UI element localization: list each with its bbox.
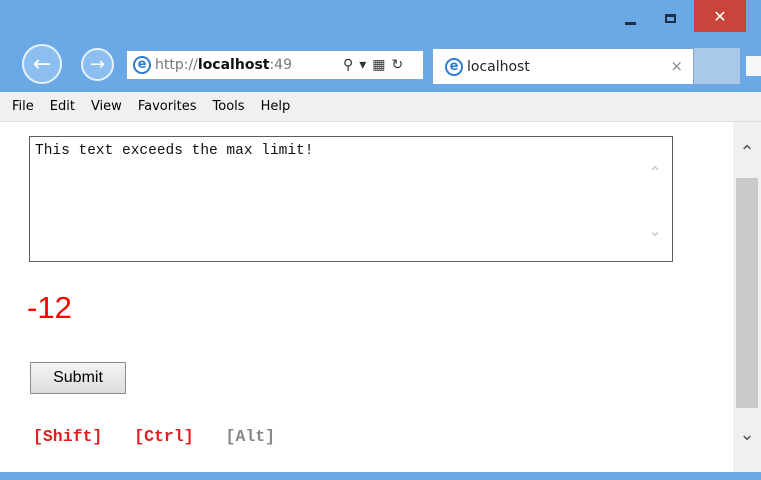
scroll-down-icon[interactable]: ⌄ — [733, 424, 761, 445]
forward-button[interactable]: → — [81, 48, 114, 81]
textarea-scroll-up-icon[interactable]: ⌃ — [646, 163, 664, 182]
modifier-keys-status: [Shift] [Ctrl] [Alt] — [33, 427, 297, 446]
remaining-characters-counter: -12 — [27, 290, 72, 325]
ctrl-key-indicator: [Ctrl] — [134, 427, 194, 446]
maximize-icon — [664, 13, 676, 23]
textarea-scroll-down-icon[interactable]: ⌄ — [646, 221, 664, 240]
dropdown-icon[interactable]: ▾ — [359, 57, 366, 73]
url-port: :49 — [269, 57, 292, 73]
menu-bar: File Edit View Favorites Tools Help — [0, 92, 761, 122]
compatibility-icon[interactable]: ▦ — [372, 57, 385, 73]
textarea-value: This text exceeds the max limit! — [35, 143, 314, 159]
menu-favorites[interactable]: Favorites — [130, 92, 205, 122]
url-prefix: http:// — [155, 57, 198, 73]
submit-button[interactable]: Submit — [30, 362, 126, 394]
alt-key-indicator: [Alt] — [225, 427, 276, 446]
menu-edit[interactable]: Edit — [42, 92, 83, 122]
scrollbar-thumb[interactable] — [736, 178, 758, 408]
refresh-icon[interactable]: ↻ — [392, 57, 404, 73]
back-button[interactable]: ← — [22, 44, 62, 84]
ie-logo-icon: e — [445, 57, 463, 76]
arrow-left-icon: ← — [32, 51, 52, 77]
address-url[interactable]: http://localhost:49 — [155, 57, 337, 73]
page-content: This text exceeds the max limit! ⌃ ⌄ -12… — [0, 122, 733, 472]
address-bar[interactable]: e http://localhost:49 ⚲ ▾ ▦ ↻ — [126, 50, 424, 80]
ie-logo-icon: e — [133, 56, 151, 74]
menu-file[interactable]: File — [4, 92, 42, 122]
menu-tools[interactable]: Tools — [205, 92, 253, 122]
page-scrollbar[interactable]: ⌃ ⌄ — [733, 122, 761, 472]
message-textarea[interactable]: This text exceeds the max limit! ⌃ ⌄ — [29, 136, 673, 262]
navigation-bar: ← → e http://localhost:49 ⚲ ▾ ▦ ↻ e loca… — [0, 42, 761, 92]
minimize-icon — [624, 21, 636, 25]
shift-key-indicator: [Shift] — [33, 427, 103, 446]
tab-title: localhost — [467, 58, 530, 75]
maximize-button[interactable] — [650, 4, 690, 32]
close-window-button[interactable]: ✕ — [694, 0, 746, 32]
minimize-button[interactable] — [610, 4, 650, 32]
url-host: localhost — [197, 57, 270, 73]
close-icon: ✕ — [713, 6, 727, 26]
browser-tab[interactable]: e localhost × — [432, 48, 694, 84]
home-icon[interactable] — [746, 56, 761, 76]
search-icon[interactable]: ⚲ — [343, 57, 353, 73]
scroll-up-icon[interactable]: ⌃ — [733, 142, 761, 163]
browser-window: ✕ ← → e http://localhost:49 ⚲ ▾ ▦ ↻ e lo… — [0, 0, 761, 480]
menu-view[interactable]: View — [83, 92, 130, 122]
menu-help[interactable]: Help — [253, 92, 299, 122]
window-bottom-border — [0, 472, 761, 480]
arrow-right-icon: → — [89, 54, 106, 75]
title-bar: ✕ — [0, 0, 761, 42]
close-tab-icon[interactable]: × — [670, 57, 683, 75]
new-tab-button[interactable] — [694, 48, 740, 84]
